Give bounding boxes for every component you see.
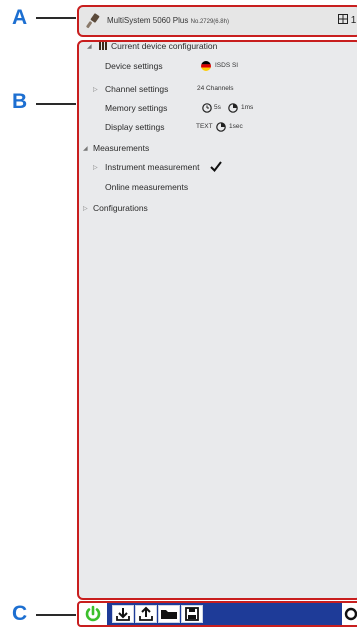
save-icon: [185, 607, 199, 621]
device-header[interactable]: MultiSystem 5060 Plus No.2729(6.8h) 1: [77, 5, 357, 37]
expand-icon: ◢: [87, 44, 92, 50]
tree-item-label: Memory settings: [105, 103, 168, 113]
channel-settings-value: 24 Channels: [197, 85, 234, 92]
collapse-icon: ▷: [93, 87, 98, 93]
display-interval-value: 1sec: [229, 123, 243, 130]
pie-icon: [216, 122, 226, 132]
tree-item-label: Instrument measurement: [105, 162, 200, 172]
upload-icon: [139, 606, 153, 621]
tree-item-label: Device settings: [105, 61, 163, 71]
app-screen: A B C MultiSystem 5060 Plus No.2729(6.8h…: [0, 0, 357, 629]
grid-icon: [338, 14, 348, 24]
power-icon: [85, 605, 101, 622]
device-config-icon: [99, 42, 107, 50]
memory-resolution-value: 1ms: [241, 104, 254, 111]
circle-icon: [344, 607, 357, 621]
callout-b: B: [12, 90, 28, 113]
callout-a-line: [36, 17, 76, 19]
probe-icon: [86, 13, 100, 29]
pie-icon: [228, 103, 238, 113]
open-button[interactable]: [158, 605, 180, 623]
device-title: MultiSystem 5060 Plus No.2729(6.8h): [107, 16, 229, 25]
display-mode-value: TEXT: [196, 123, 213, 130]
device-header-right[interactable]: 1: [338, 14, 356, 26]
download-button[interactable]: [112, 605, 134, 623]
device-name: MultiSystem 5060 Plus: [107, 16, 189, 25]
callout-c-line: [36, 614, 76, 616]
folder-icon: [161, 610, 177, 619]
tree-section-device-label: Current device configuration: [111, 41, 218, 51]
tree-item-label: Display settings: [105, 122, 165, 132]
check-icon: [210, 161, 222, 172]
collapse-icon: ▷: [93, 165, 98, 171]
tree-item-label: Online measurements: [105, 182, 189, 192]
tree-item-online-measurements[interactable]: Online measurements: [105, 182, 188, 192]
device-settings-value: ISDS SI: [215, 62, 239, 69]
device-header-count: 1: [350, 15, 357, 26]
tree-item-device-settings[interactable]: Device settings ISDS SI: [105, 61, 355, 71]
tree-item-display-settings[interactable]: Display settings TEXT 1sec: [105, 122, 355, 132]
tree-section-measurements-label: Measurements: [93, 143, 150, 153]
tree-item-memory-settings[interactable]: Memory settings 5s 1ms: [105, 103, 355, 113]
bottom-toolbar: [77, 601, 357, 627]
settings-tree-panel: ◢ Current device configuration Device se…: [77, 40, 357, 600]
callout-c: C: [12, 602, 28, 625]
power-button[interactable]: [79, 603, 107, 625]
upload-button[interactable]: [135, 605, 157, 623]
download-icon: [116, 608, 130, 621]
callout-a: A: [12, 6, 28, 29]
memory-interval-value: 5s: [214, 104, 221, 111]
collapse-icon: ▷: [83, 206, 88, 212]
expand-icon: ◢: [83, 146, 88, 152]
device-serial: No.2729(6.8h): [190, 19, 229, 25]
save-button[interactable]: [181, 605, 203, 623]
flag-icon: [201, 61, 211, 71]
status-button[interactable]: [342, 603, 357, 625]
clock-icon: [202, 103, 212, 113]
tree-item-label: Channel settings: [105, 84, 169, 94]
callout-b-line: [36, 103, 76, 105]
tree-section-configurations-label: Configurations: [93, 203, 148, 213]
